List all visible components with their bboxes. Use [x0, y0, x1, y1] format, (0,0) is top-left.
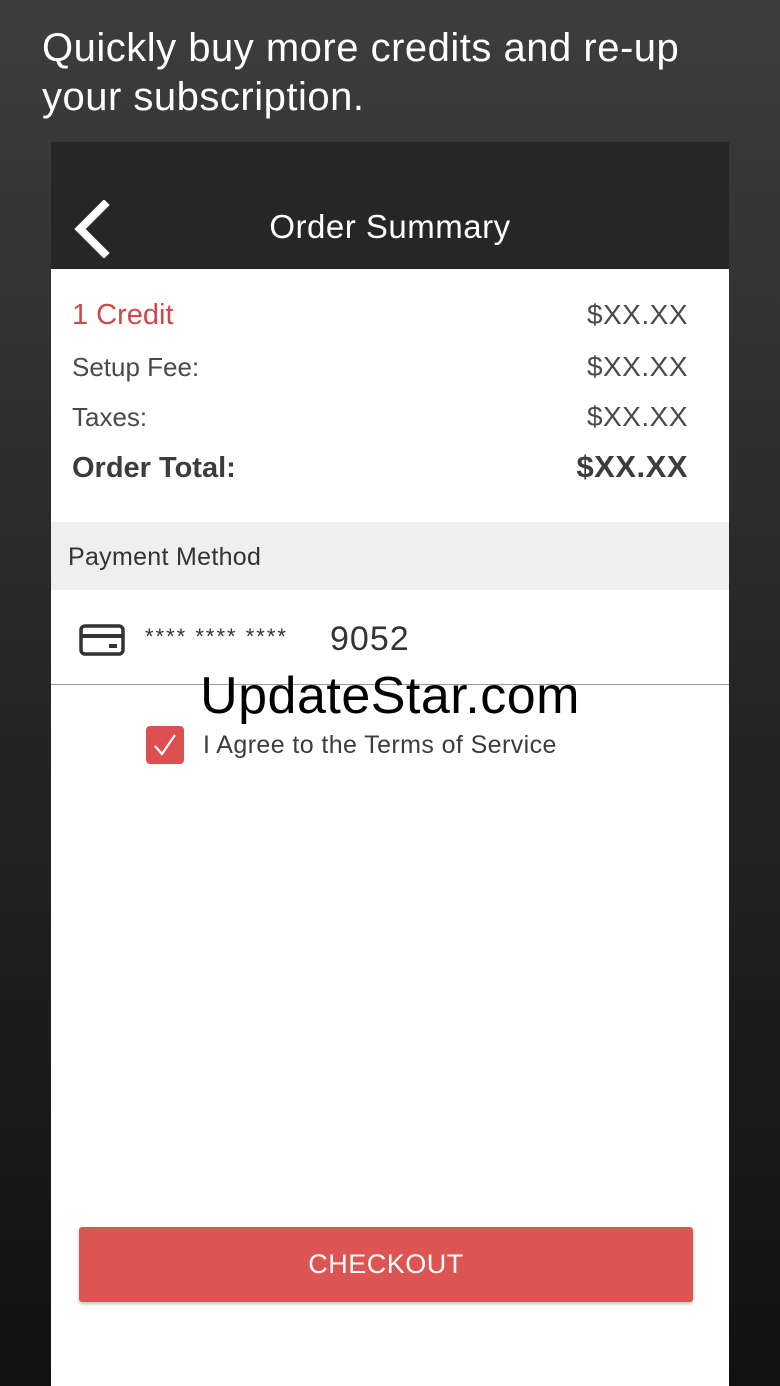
order-total-row: Order Total: $XX.XX: [72, 449, 688, 485]
payment-method-header: Payment Method: [51, 522, 729, 590]
credit-label: 1 Credit: [72, 299, 174, 331]
checkout-button[interactable]: CHECKOUT: [79, 1227, 693, 1302]
order-total-label: Order Total:: [72, 452, 236, 484]
terms-checkbox[interactable]: [146, 726, 184, 764]
checkmark-icon: [154, 734, 176, 756]
credit-row: 1 Credit $XX.XX: [72, 299, 688, 332]
card-last-four: 9052: [330, 620, 410, 658]
phone-screen: Order Summary 1 Credit $XX.XX Setup Fee:…: [51, 142, 729, 1386]
taxes-label: Taxes:: [72, 402, 148, 432]
order-total-price: $XX.XX: [576, 449, 688, 484]
watermark-text: UpdateStar.com: [200, 667, 580, 725]
promo-line-2: your subscription.: [42, 75, 365, 119]
credit-price: $XX.XX: [586, 299, 688, 330]
setup-fee-price: $XX.XX: [586, 351, 688, 382]
order-summary: 1 Credit $XX.XX Setup Fee: $XX.XX Taxes:…: [51, 269, 729, 522]
promo-caption: Quickly buy more credits and re-up your …: [42, 24, 762, 122]
setup-fee-row: Setup Fee: $XX.XX: [72, 351, 688, 383]
taxes-price: $XX.XX: [586, 401, 688, 432]
promo-line-1: Quickly buy more credits and re-up: [42, 26, 680, 70]
terms-label[interactable]: I Agree to the Terms of Service: [203, 731, 557, 760]
credit-card-icon: [79, 624, 125, 656]
top-bar: Order Summary: [51, 142, 729, 269]
terms-agreement: I Agree to the Terms of Service: [146, 726, 557, 764]
card-number-mask: **** **** ****: [145, 624, 288, 649]
page-title: Order Summary: [269, 208, 511, 245]
taxes-row: Taxes: $XX.XX: [72, 401, 688, 433]
setup-fee-label: Setup Fee:: [72, 352, 200, 382]
